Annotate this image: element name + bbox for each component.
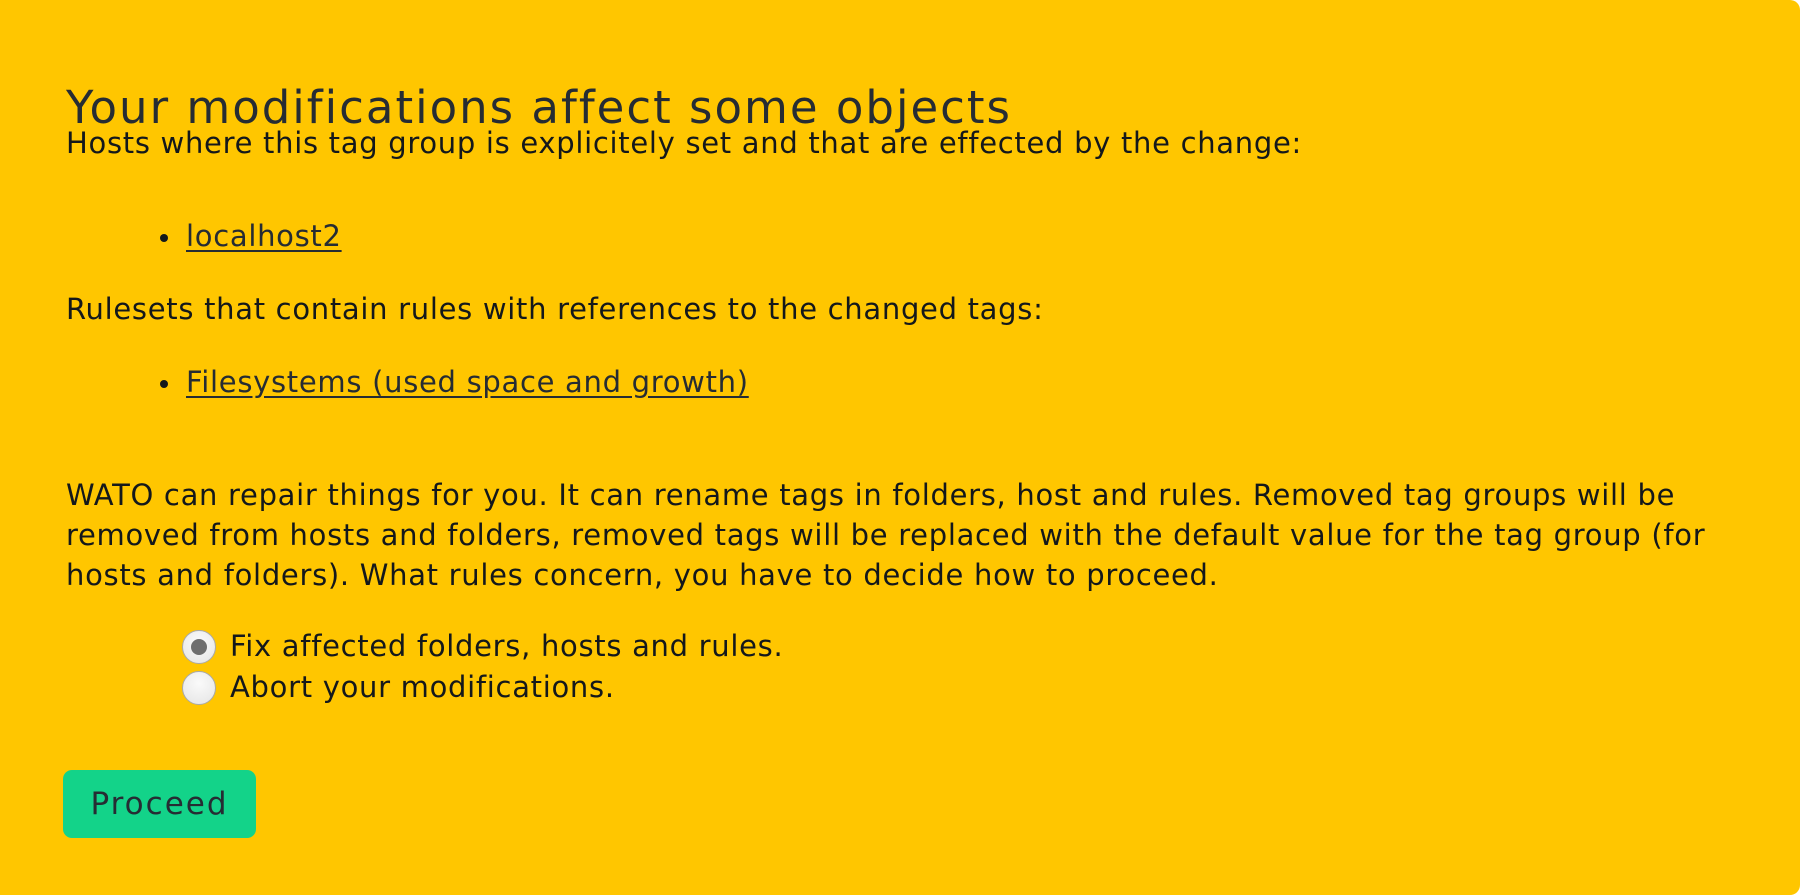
host-link-localhost2[interactable]: localhost2 (186, 219, 342, 253)
repair-options-radio-group: Fix affected folders, hosts and rules. A… (182, 626, 783, 708)
radio-button-selected[interactable] (182, 629, 216, 664)
option-label: Fix affected folders, hosts and rules. (230, 629, 784, 663)
radio-button-unselected[interactable] (182, 670, 216, 705)
affected-rulesets-list: Filesystems (used space and growth) (160, 362, 749, 402)
option-label: Abort your modifications. (230, 670, 615, 704)
hosts-intro-text: Hosts where this tag group is explicitel… (66, 126, 1302, 160)
bullet-icon (160, 234, 168, 242)
confirmation-panel: Your modifications affect some objects H… (0, 0, 1800, 895)
affected-hosts-list: localhost2 (160, 216, 342, 256)
bullet-icon (160, 380, 168, 388)
list-item: Filesystems (used space and growth) (160, 362, 749, 402)
option-fix-affected[interactable]: Fix affected folders, hosts and rules. (182, 626, 783, 667)
radio-dot-icon (191, 638, 207, 655)
ruleset-link-filesystems[interactable]: Filesystems (used space and growth) (186, 365, 749, 399)
list-item: localhost2 (160, 216, 342, 256)
proceed-button[interactable]: Proceed (63, 770, 256, 838)
repair-description-text: WATO can repair things for you. It can r… (66, 478, 1706, 592)
option-abort[interactable]: Abort your modifications. (182, 667, 783, 708)
rulesets-intro-text: Rulesets that contain rules with referen… (66, 292, 1044, 326)
